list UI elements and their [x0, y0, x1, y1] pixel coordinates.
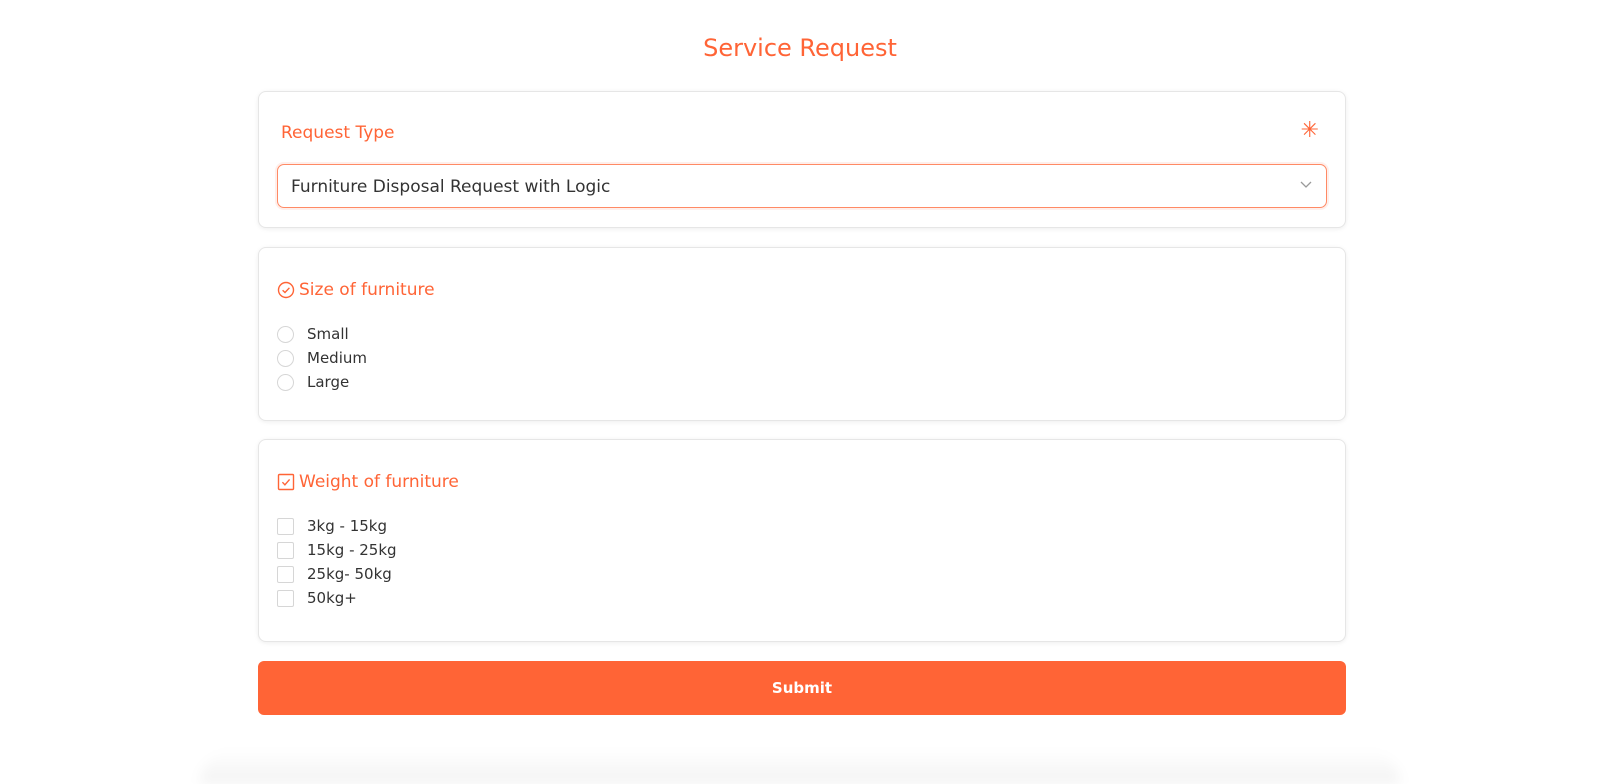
size-of-furniture-card: Size of furniture Small Medium Large: [258, 247, 1346, 421]
request-type-selected-value: Furniture Disposal Request with Logic: [291, 177, 611, 197]
radio-button[interactable]: [277, 349, 294, 367]
weight-option-label: 25kg- 50kg: [307, 565, 392, 583]
size-section-header: Size of furniture: [277, 278, 435, 302]
check-circle-icon: [277, 281, 295, 299]
weight-option-label: 15kg - 25kg: [307, 541, 397, 559]
checkbox[interactable]: [277, 589, 294, 607]
size-option-label: Small: [307, 325, 349, 343]
service-request-page: Service Request Request Type ✳ Furniture…: [0, 0, 1600, 784]
weight-option-25-50kg[interactable]: 25kg- 50kg: [277, 562, 397, 586]
submit-button[interactable]: Submit: [258, 661, 1346, 715]
size-option-label: Large: [307, 373, 350, 391]
request-type-select[interactable]: Furniture Disposal Request with Logic: [277, 164, 1327, 208]
bottom-shadow: [200, 750, 1400, 784]
weight-option-15-25kg[interactable]: 15kg - 25kg: [277, 538, 397, 562]
chevron-down-icon[interactable]: [1299, 177, 1313, 191]
size-option-label: Medium: [307, 349, 367, 367]
weight-option-3-15kg[interactable]: 3kg - 15kg: [277, 514, 397, 538]
check-square-icon: [277, 473, 295, 491]
request-type-label: Request Type: [281, 123, 395, 143]
page-title: Service Request: [703, 34, 897, 62]
radio-button[interactable]: [277, 325, 294, 343]
size-option-large[interactable]: Large: [277, 370, 367, 394]
checkbox[interactable]: [277, 517, 294, 535]
weight-option-50kg-plus[interactable]: 50kg+: [277, 586, 397, 610]
weight-option-label: 50kg+: [307, 589, 357, 607]
weight-option-label: 3kg - 15kg: [307, 517, 387, 535]
size-radio-group: Small Medium Large: [277, 322, 367, 394]
checkbox[interactable]: [277, 541, 294, 559]
request-type-card: Request Type ✳ Furniture Disposal Reques…: [258, 91, 1346, 228]
size-section-label: Size of furniture: [299, 280, 435, 300]
weight-section-header: Weight of furniture: [277, 470, 459, 494]
required-asterisk-icon: ✳: [1300, 118, 1319, 143]
size-option-medium[interactable]: Medium: [277, 346, 367, 370]
checkbox[interactable]: [277, 565, 294, 583]
radio-button[interactable]: [277, 373, 294, 391]
weight-checkbox-group: 3kg - 15kg 15kg - 25kg 25kg- 50kg 50kg+: [277, 514, 397, 610]
weight-of-furniture-card: Weight of furniture 3kg - 15kg 15kg - 25…: [258, 439, 1346, 642]
weight-section-label: Weight of furniture: [299, 472, 459, 492]
size-option-small[interactable]: Small: [277, 322, 367, 346]
